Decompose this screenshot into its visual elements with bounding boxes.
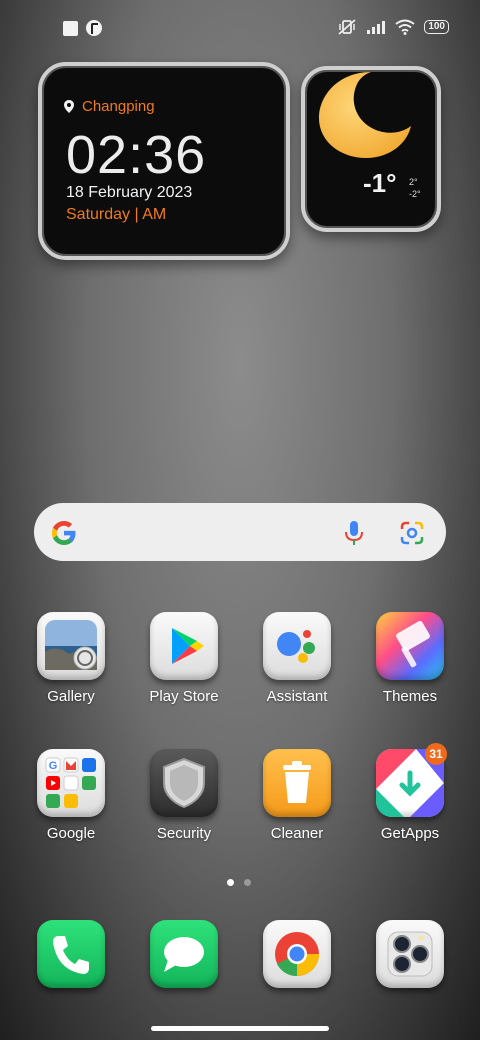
play-store-icon: [172, 628, 204, 664]
gallery-icon: [45, 620, 97, 670]
home-indicator[interactable]: [151, 1026, 329, 1031]
app-play-store[interactable]: Play Store: [139, 612, 229, 705]
dock-messages[interactable]: [139, 920, 229, 988]
app-label: Security: [156, 825, 212, 842]
trash-icon: [283, 761, 311, 803]
notification-app-icon: [86, 20, 102, 36]
page-dot[interactable]: [244, 879, 251, 886]
location-row: Changping: [64, 98, 155, 115]
app-label: GetApps: [380, 825, 440, 842]
page-dot-active[interactable]: [227, 879, 234, 886]
themes-icon: [396, 620, 430, 668]
dock-chrome[interactable]: [252, 920, 342, 988]
app-label: Cleaner: [270, 825, 324, 842]
notification-badge: 31: [425, 743, 447, 765]
app-cleaner[interactable]: Cleaner: [252, 749, 342, 842]
app-google-folder[interactable]: G Google: [26, 749, 116, 842]
clock-date: 18 February 2023: [66, 184, 193, 201]
dock-camera[interactable]: [365, 920, 455, 988]
messages-icon: [164, 937, 204, 972]
battery-indicator: 100: [424, 20, 449, 34]
location-label: Changping: [82, 98, 155, 115]
app-label: Play Store: [149, 688, 219, 705]
weather-widget[interactable]: -1° 2° -2°: [301, 66, 441, 232]
security-shield-icon: [163, 757, 205, 809]
high-temp: 2°: [409, 177, 418, 187]
moon-icon: [319, 72, 411, 158]
wifi-icon: [395, 19, 415, 35]
app-label: Gallery: [47, 688, 95, 705]
dock-phone[interactable]: [26, 920, 116, 988]
app-getapps[interactable]: 31 GetApps: [365, 743, 455, 842]
clock-time: 02:36: [66, 125, 207, 185]
location-pin-icon: [64, 100, 74, 113]
app-label: Themes: [382, 688, 438, 705]
status-bar: 100: [0, 0, 480, 56]
notification-square-icon: [63, 20, 78, 36]
google-g-icon: [52, 521, 76, 545]
low-temp: -2°: [409, 189, 421, 199]
app-label: Assistant: [266, 688, 328, 705]
app-gallery[interactable]: Gallery: [26, 612, 116, 705]
google-folder-icon: G: [45, 757, 96, 808]
voice-search-icon[interactable]: [342, 519, 366, 547]
phone-icon: [53, 936, 89, 974]
svg-text:G: G: [49, 760, 58, 772]
app-themes[interactable]: Themes: [365, 612, 455, 705]
signal-icon: [367, 21, 386, 34]
app-security[interactable]: Security: [139, 749, 229, 842]
high-low: 2° -2°: [409, 176, 421, 200]
vibrate-off-icon: [338, 19, 356, 35]
google-lens-icon[interactable]: [398, 519, 426, 547]
google-search-bar[interactable]: [34, 503, 446, 561]
page-indicator: [227, 879, 251, 886]
clock-day: Saturday | AM: [66, 206, 167, 223]
app-assistant[interactable]: Assistant: [252, 612, 342, 705]
camera-icon: [387, 931, 433, 977]
app-label: Google: [46, 825, 96, 842]
temperature: -1°: [363, 168, 397, 198]
assistant-icon: [277, 630, 315, 663]
chrome-icon: [275, 932, 319, 977]
clock-widget[interactable]: Changping 02:36 18 February 2023 Saturda…: [38, 62, 290, 260]
